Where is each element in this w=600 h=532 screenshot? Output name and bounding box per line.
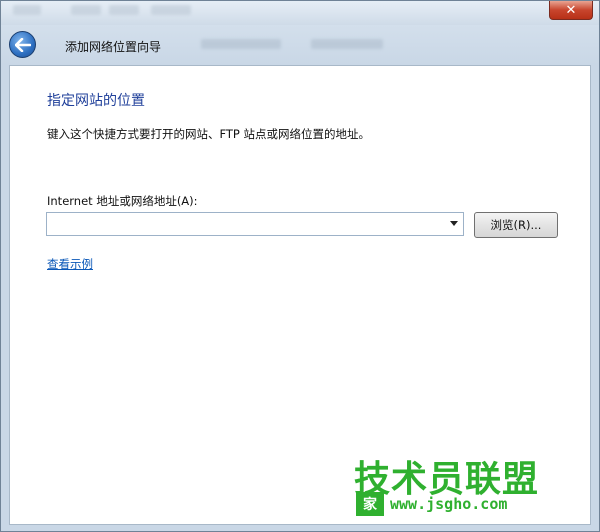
title-bar[interactable]: ✕: [1, 1, 599, 25]
browse-button[interactable]: 浏览(R)...: [474, 212, 558, 238]
back-button[interactable]: [9, 31, 36, 58]
blurred-tab-text: [201, 39, 281, 49]
view-example-link[interactable]: 查看示例: [47, 256, 93, 272]
wizard-nav-bar: 添加网络位置向导: [1, 25, 599, 65]
blurred-tab-text: [311, 39, 383, 49]
page-heading: 指定网站的位置: [47, 93, 145, 109]
watermark-url-bar: 家 www.jsgho.com: [356, 492, 578, 516]
address-combobox[interactable]: [46, 212, 464, 236]
page-description: 键入这个快捷方式要打开的网站、FTP 站点或网络位置的地址。: [47, 127, 371, 141]
address-input[interactable]: [47, 213, 451, 235]
chevron-down-icon[interactable]: [450, 221, 458, 226]
blurred-title-text: [151, 5, 191, 15]
close-button[interactable]: ✕: [549, 1, 593, 20]
wizard-window: ✕ 添加网络位置向导 指定网站的位置 键入这个快捷方式要打开的网站、FTP 站点…: [0, 0, 600, 532]
close-icon: ✕: [565, 2, 577, 18]
watermark-logo: 技术员联盟 家 www.jsgho.com: [352, 450, 584, 520]
wizard-content: 指定网站的位置 键入这个快捷方式要打开的网站、FTP 站点或网络位置的地址。 I…: [9, 65, 591, 525]
watermark-url: www.jsgho.com: [390, 495, 508, 513]
wizard-title: 添加网络位置向导: [65, 40, 162, 54]
watermark-badge: 家: [356, 492, 384, 516]
address-label: Internet 地址或网络地址(A):: [47, 194, 198, 208]
blurred-title-text: [13, 5, 41, 15]
blurred-title-text: [71, 5, 101, 15]
back-arrow-icon: [14, 37, 31, 52]
blurred-title-text: [109, 5, 139, 15]
